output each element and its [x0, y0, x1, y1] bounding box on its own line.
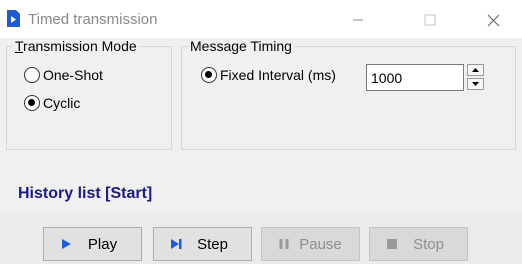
close-icon [487, 14, 499, 26]
interval-spin-down-button[interactable] [467, 78, 484, 90]
transmission-mode-label-rest: ransmission Mode [23, 38, 137, 54]
stop-label: Stop [413, 235, 444, 253]
history-list-heading: History list [Start] [18, 185, 153, 202]
title-bar[interactable]: Timed transmission [0, 0, 522, 38]
step-label: Step [197, 235, 228, 253]
stop-button[interactable]: Stop [369, 227, 468, 261]
fixed-interval-radio-indicator [201, 67, 217, 83]
interval-spin-up-button[interactable] [467, 64, 484, 76]
chevron-up-icon [472, 68, 479, 72]
message-timing-label: Message Timing [188, 38, 294, 54]
one-shot-radio-indicator [24, 67, 40, 83]
one-shot-label: One-Shot [43, 67, 103, 83]
window-title: Timed transmission [28, 11, 158, 28]
radio-one-shot[interactable]: One-Shot [24, 67, 103, 83]
pause-label: Pause [299, 235, 342, 253]
radio-fixed-interval[interactable]: Fixed Interval (ms) [201, 67, 336, 83]
minimize-icon [353, 19, 363, 21]
cyclic-radio-indicator [24, 95, 40, 111]
radio-cyclic[interactable]: Cyclic [24, 95, 80, 111]
interval-input[interactable]: 1000 [366, 64, 464, 91]
fixed-interval-label: Fixed Interval (ms) [220, 67, 336, 83]
minimize-button[interactable] [335, 4, 381, 36]
app-icon [7, 10, 20, 27]
dialog-client-area: Transmission Mode One-Shot Cyclic Messag… [0, 38, 522, 264]
maximize-icon [424, 14, 436, 26]
cyclic-label: Cyclic [43, 95, 81, 111]
close-button[interactable] [470, 4, 516, 36]
chevron-down-icon [472, 82, 479, 86]
play-label: Play [87, 235, 118, 253]
step-button[interactable]: Step [153, 227, 252, 261]
transmission-mode-mnemonic: T [15, 38, 24, 54]
transmission-mode-label: Transmission Mode [13, 38, 139, 54]
message-timing-group: Message Timing [181, 38, 516, 150]
maximize-button[interactable] [407, 4, 453, 36]
pause-button[interactable]: Pause [261, 227, 360, 261]
button-bar: Play Step Pause Stop [0, 213, 522, 264]
play-button[interactable]: Play [43, 227, 142, 261]
